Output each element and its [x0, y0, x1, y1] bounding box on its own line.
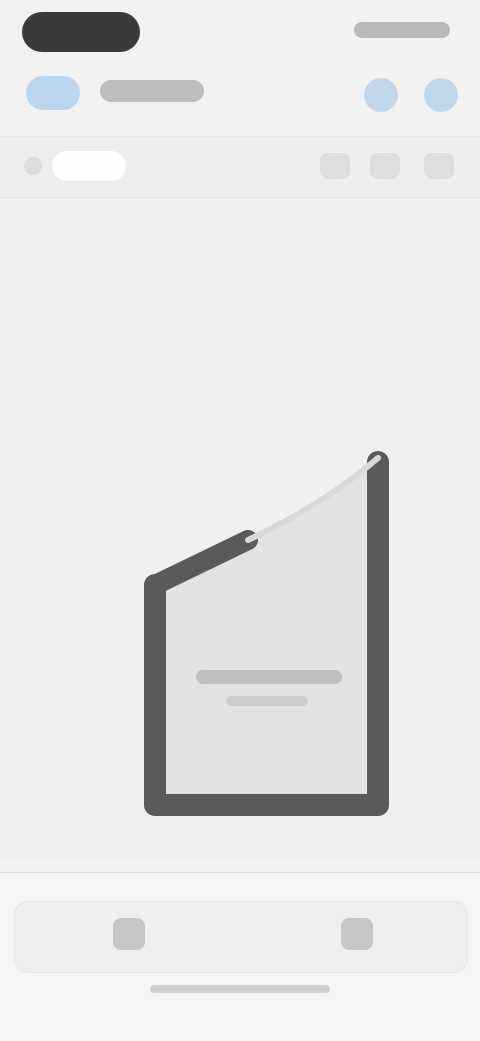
more-icon[interactable] [424, 153, 454, 179]
page-title [100, 80, 204, 102]
shape-fill [155, 462, 378, 805]
drawing-canvas[interactable] [0, 200, 480, 860]
shape-icon[interactable] [370, 153, 400, 179]
shape-caption [196, 670, 342, 684]
bottom-panel [14, 901, 468, 973]
page-title-text [100, 80, 101, 81]
back-label [26, 76, 27, 77]
status-bar [0, 0, 480, 64]
selected-tool-label [52, 151, 53, 152]
undo-icon[interactable] [364, 78, 398, 112]
status-time [22, 12, 140, 52]
status-icons [354, 22, 450, 38]
shape-subcaption [226, 696, 308, 706]
toolbar [0, 136, 480, 198]
selected-tool-chip[interactable] [52, 151, 126, 181]
export-icon[interactable] [341, 918, 373, 950]
toolbar-indicator-icon [24, 157, 42, 175]
app-header [0, 64, 480, 126]
layers-icon[interactable] [113, 918, 145, 950]
drawing-shape[interactable] [0, 200, 480, 860]
pen-icon[interactable] [320, 153, 350, 179]
redo-icon[interactable] [424, 78, 458, 112]
bottom-bar [0, 872, 480, 1041]
status-time-text [22, 12, 23, 13]
home-indicator[interactable] [150, 985, 330, 993]
back-button[interactable] [26, 76, 80, 110]
